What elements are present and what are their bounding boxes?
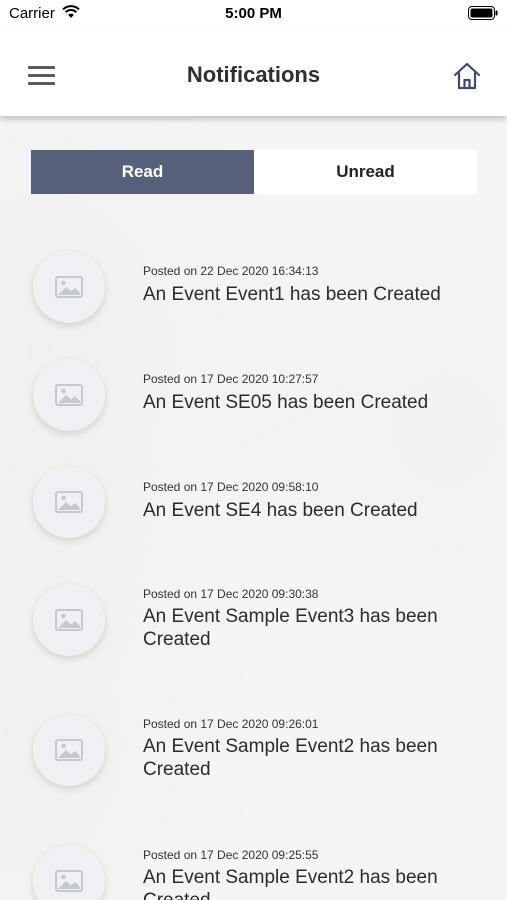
image-placeholder-icon (33, 584, 105, 656)
tab-read[interactable]: Read (31, 150, 254, 194)
posted-timestamp: Posted on 17 Dec 2020 10:27:57 (143, 372, 319, 386)
home-icon[interactable] (452, 61, 482, 91)
posted-timestamp: Posted on 17 Dec 2020 09:30:38 (143, 587, 319, 601)
posted-timestamp: Posted on 17 Dec 2020 09:58:10 (143, 480, 319, 494)
notification-message: An Event Event1 has been Created (143, 284, 441, 305)
image-placeholder-icon (33, 466, 105, 538)
notification-message: An Event Sample Event2 has been Created (143, 736, 438, 780)
clock-time: 5:00 PM (225, 5, 282, 22)
page-title: Notifications (186, 62, 321, 87)
notifications-content[interactable]: Read Unread Posted on 22 Dec 2020 16:34:… (0, 116, 507, 900)
notification-message: An Event Sample Event2 has been Created (143, 867, 438, 900)
posted-timestamp: Posted on 17 Dec 2020 09:25:55 (143, 848, 319, 862)
image-placeholder-icon (33, 251, 105, 323)
read-unread-segmented-control: Read Unread (31, 150, 477, 194)
tab-unread[interactable]: Unread (254, 150, 477, 194)
posted-timestamp: Posted on 17 Dec 2020 09:26:01 (143, 717, 319, 731)
status-bar: Carrier 5:00 PM (0, 0, 507, 28)
navigation-bar: Notifications (0, 28, 507, 116)
notification-message: An Event Sample Event3 has been Created (143, 606, 438, 650)
battery-icon (468, 6, 498, 20)
image-placeholder-icon (33, 359, 105, 431)
notification-message: An Event SE4 has been Created (143, 500, 418, 521)
image-placeholder-icon (33, 714, 105, 786)
notification-message: An Event SE05 has been Created (143, 392, 429, 413)
posted-timestamp: Posted on 22 Dec 2020 16:34:13 (143, 264, 319, 278)
